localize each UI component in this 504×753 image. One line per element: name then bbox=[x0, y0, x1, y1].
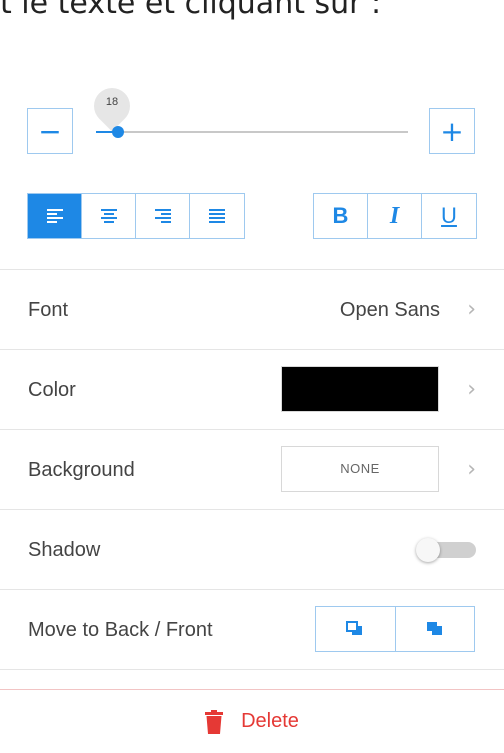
font-row[interactable]: Font Open Sans › bbox=[0, 269, 504, 349]
shadow-label: Shadow bbox=[28, 539, 101, 561]
background-value[interactable]: NONE bbox=[281, 446, 439, 492]
chevron-right-icon: › bbox=[467, 457, 476, 482]
font-label: Font bbox=[28, 299, 69, 321]
order-row: Move to Back / Front bbox=[0, 589, 504, 670]
slider-thumb[interactable] bbox=[111, 126, 124, 138]
top-caption: t le texte et cliquant sur : bbox=[0, 0, 382, 21]
bold-icon: B bbox=[332, 203, 349, 228]
align-right-button[interactable] bbox=[136, 194, 190, 238]
send-to-back-icon bbox=[346, 621, 363, 635]
size-decrease-button[interactable]: − bbox=[27, 108, 73, 154]
alignment-toolbar bbox=[27, 193, 245, 239]
background-label: Background bbox=[28, 459, 135, 481]
toggle-knob bbox=[416, 538, 440, 562]
send-to-back-button[interactable] bbox=[316, 607, 396, 651]
bold-button[interactable]: B bbox=[314, 194, 368, 238]
shadow-row: Shadow bbox=[0, 509, 504, 589]
order-buttons bbox=[315, 606, 475, 652]
bring-to-front-button[interactable] bbox=[395, 607, 474, 651]
align-left-icon bbox=[46, 209, 63, 223]
background-row[interactable]: Background NONE › bbox=[0, 429, 504, 509]
bring-to-front-icon bbox=[426, 622, 442, 635]
trash-icon bbox=[205, 709, 224, 734]
font-value: Open Sans bbox=[339, 299, 440, 321]
align-center-button[interactable] bbox=[82, 194, 136, 238]
color-row[interactable]: Color › bbox=[0, 349, 504, 429]
delete-button[interactable]: Delete bbox=[0, 690, 504, 753]
plus-icon: + bbox=[440, 114, 464, 148]
italic-button[interactable]: I bbox=[368, 194, 422, 238]
chevron-right-icon: › bbox=[467, 297, 476, 322]
chevron-right-icon: › bbox=[467, 377, 476, 402]
align-right-icon bbox=[154, 209, 171, 223]
align-justify-button[interactable] bbox=[190, 194, 244, 238]
align-justify-icon bbox=[209, 209, 225, 223]
delete-label: Delete bbox=[241, 710, 299, 732]
italic-icon: I bbox=[389, 202, 400, 229]
slider-value: 18 bbox=[105, 96, 119, 108]
order-label: Move to Back / Front bbox=[28, 619, 213, 641]
underline-button[interactable]: U bbox=[422, 194, 476, 238]
align-center-icon bbox=[100, 209, 117, 223]
minus-icon: − bbox=[38, 114, 62, 148]
size-slider[interactable] bbox=[96, 126, 408, 138]
size-increase-button[interactable]: + bbox=[429, 108, 475, 154]
underline-icon: U bbox=[441, 203, 457, 228]
color-swatch[interactable] bbox=[281, 366, 439, 412]
shadow-toggle[interactable] bbox=[416, 538, 476, 562]
align-left-button[interactable] bbox=[28, 194, 82, 238]
color-label: Color bbox=[28, 379, 76, 401]
format-toolbar: B I U bbox=[313, 193, 477, 239]
